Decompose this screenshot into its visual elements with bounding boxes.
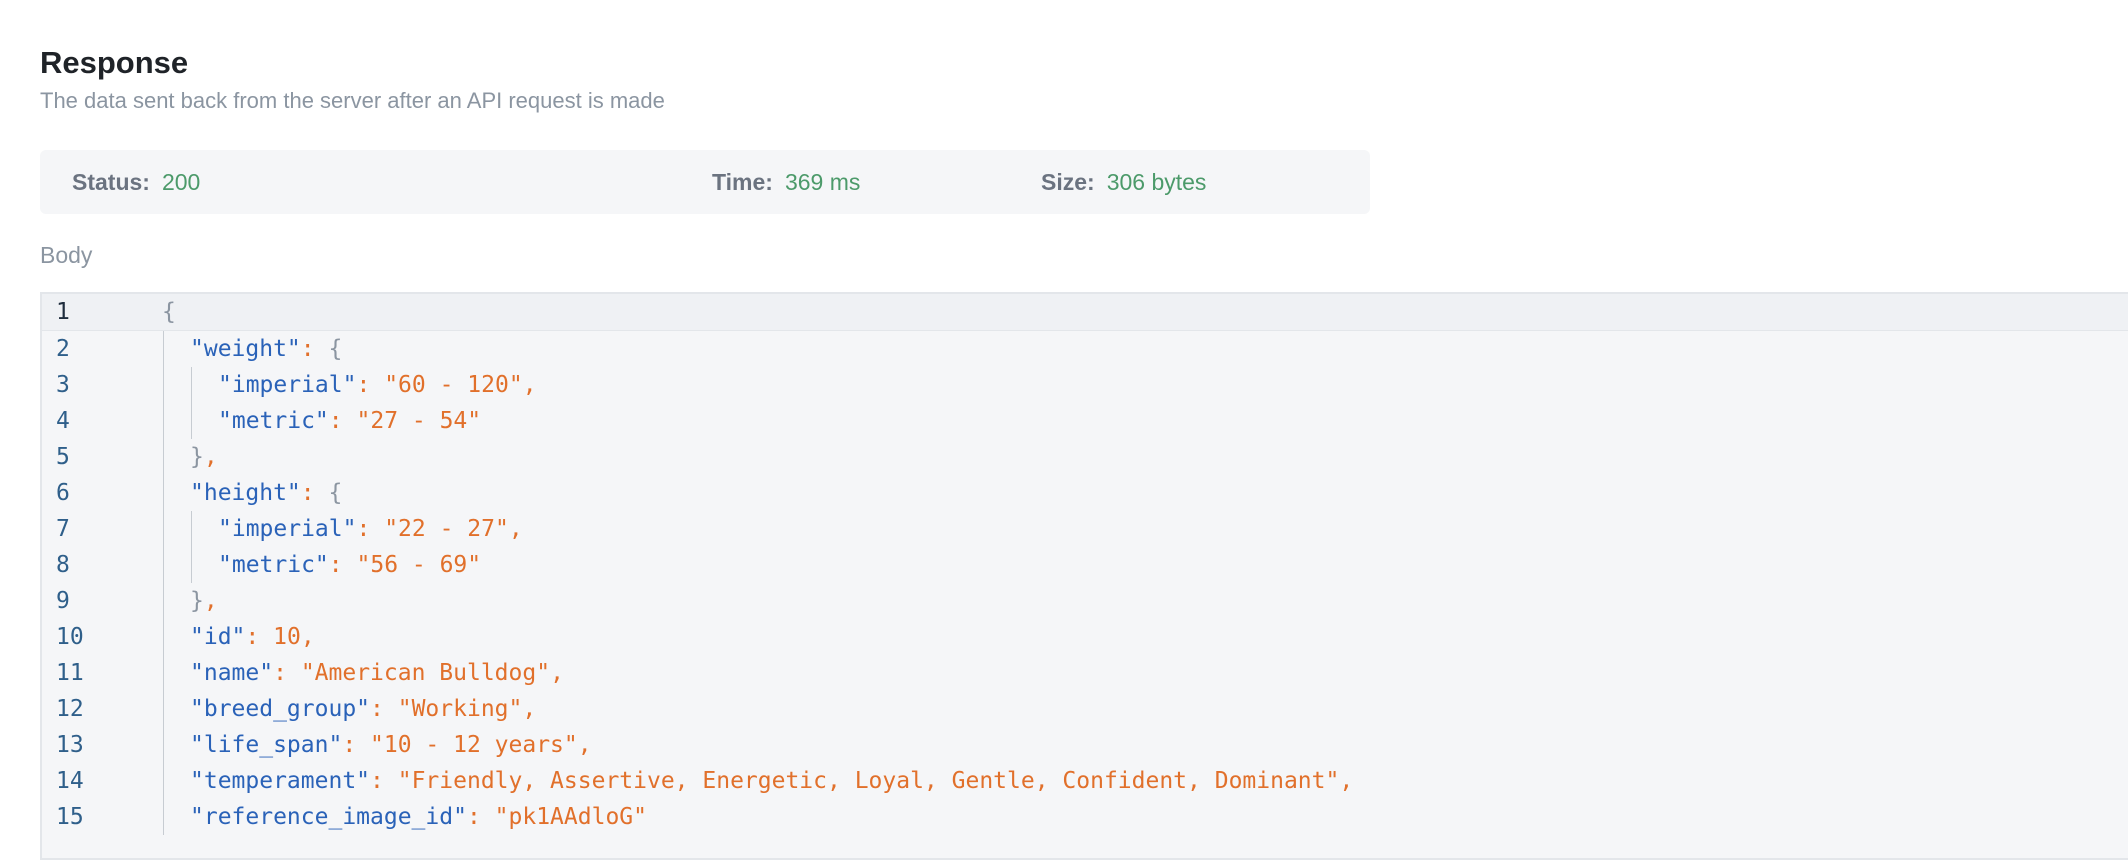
time-value: 369 ms xyxy=(784,169,861,195)
code-line: 6 "height": { xyxy=(42,475,2128,511)
indent-guide xyxy=(163,727,164,763)
size-label: Size: xyxy=(1041,169,1095,195)
code-line: 4 "metric": "27 - 54" xyxy=(42,403,2128,439)
code-line: 15 "reference_image_id": "pk1AAdloG" xyxy=(42,799,2128,835)
indent-guide xyxy=(163,511,164,547)
indent-guide xyxy=(163,475,164,511)
time-label: Time: xyxy=(712,169,773,195)
line-number: 12 xyxy=(56,696,84,722)
indent-guide xyxy=(163,547,164,583)
code-line: 1{ xyxy=(42,294,2128,331)
indent-guide xyxy=(191,367,192,403)
status-label: Status: xyxy=(72,169,150,195)
code-line: 10 "id": 10, xyxy=(42,619,2128,655)
code-text: "reference_image_id": "pk1AAdloG" xyxy=(190,804,647,830)
code-line: 8 "metric": "56 - 69" xyxy=(42,547,2128,583)
code-line: 7 "imperial": "22 - 27", xyxy=(42,511,2128,547)
code-line: 11 "name": "American Bulldog", xyxy=(42,655,2128,691)
status-meta: Status: 200 xyxy=(72,150,200,214)
status-value: 200 xyxy=(161,169,201,195)
line-number: 5 xyxy=(56,444,70,470)
code-line: 9}, xyxy=(42,583,2128,619)
code-line: 3 "imperial": "60 - 120", xyxy=(42,367,2128,403)
indent-guide xyxy=(163,403,164,439)
code-text: "metric": "56 - 69" xyxy=(218,552,482,578)
indent-guide xyxy=(163,331,164,367)
indent-guide xyxy=(163,655,164,691)
indent-guide xyxy=(163,619,164,655)
indent-guide xyxy=(163,691,164,727)
indent-guide xyxy=(163,439,164,475)
line-number: 14 xyxy=(56,768,84,794)
size-meta: Size: 306 bytes xyxy=(1041,150,1206,214)
code-line: 5}, xyxy=(42,439,2128,475)
code-line: 14 "temperament": "Friendly, Assertive, E… xyxy=(42,763,2128,799)
code-text: "id": 10, xyxy=(190,624,315,650)
indent-guide xyxy=(191,403,192,439)
body-label: Body xyxy=(40,242,93,268)
indent-guide xyxy=(163,799,164,835)
response-title: Response xyxy=(40,45,189,80)
indent-guide xyxy=(163,367,164,403)
indent-guide xyxy=(163,763,164,799)
size-value: 306 bytes xyxy=(1106,169,1207,195)
code-text: "metric": "27 - 54" xyxy=(218,408,482,434)
code-line: 2 "weight": { xyxy=(42,331,2128,367)
code-text: "name": "American Bulldog", xyxy=(190,660,564,686)
indent-guide xyxy=(191,547,192,583)
time-meta: Time: 369 ms xyxy=(712,150,860,214)
line-number: 11 xyxy=(56,660,84,686)
line-number: 10 xyxy=(56,624,84,650)
indent-guide xyxy=(163,583,164,619)
code-text: "life_span": "10 - 12 years", xyxy=(190,732,592,758)
line-number: 15 xyxy=(56,804,84,830)
line-number: 6 xyxy=(56,480,70,506)
line-number: 9 xyxy=(56,588,70,614)
line-number: 7 xyxy=(56,516,70,542)
code-text: }, xyxy=(190,444,218,470)
line-number: 8 xyxy=(56,552,70,578)
response-meta-bar: Status: 200 Time: 369 ms Size: 306 bytes xyxy=(40,150,1370,214)
line-number: 2 xyxy=(56,336,70,362)
code-text: "height": { xyxy=(190,480,343,506)
line-number: 4 xyxy=(56,408,70,434)
code-text: "imperial": "60 - 120", xyxy=(218,372,537,398)
code-text: }, xyxy=(190,588,218,614)
response-body-editor[interactable]: 1{2 "weight": {3 "imperial": "60 - 120", 4 "… xyxy=(40,292,2128,860)
line-number: 13 xyxy=(56,732,84,758)
line-number: 1 xyxy=(56,299,70,325)
code-line: 13 "life_span": "10 - 12 years", xyxy=(42,727,2128,763)
code-line: 12 "breed_group": "Working", xyxy=(42,691,2128,727)
code-text: "temperament": "Friendly, Assertive, Ene… xyxy=(190,768,1354,794)
line-number: 3 xyxy=(56,372,70,398)
code-text: "imperial": "22 - 27", xyxy=(218,516,523,542)
response-section: Response The data sent back from the ser… xyxy=(40,40,2128,860)
code-text: "weight": { xyxy=(190,336,343,362)
indent-guide xyxy=(191,511,192,547)
code-text: { xyxy=(162,299,176,325)
code-text: "breed_group": "Working", xyxy=(190,696,537,722)
response-subtitle: The data sent back from the server after… xyxy=(40,88,665,113)
